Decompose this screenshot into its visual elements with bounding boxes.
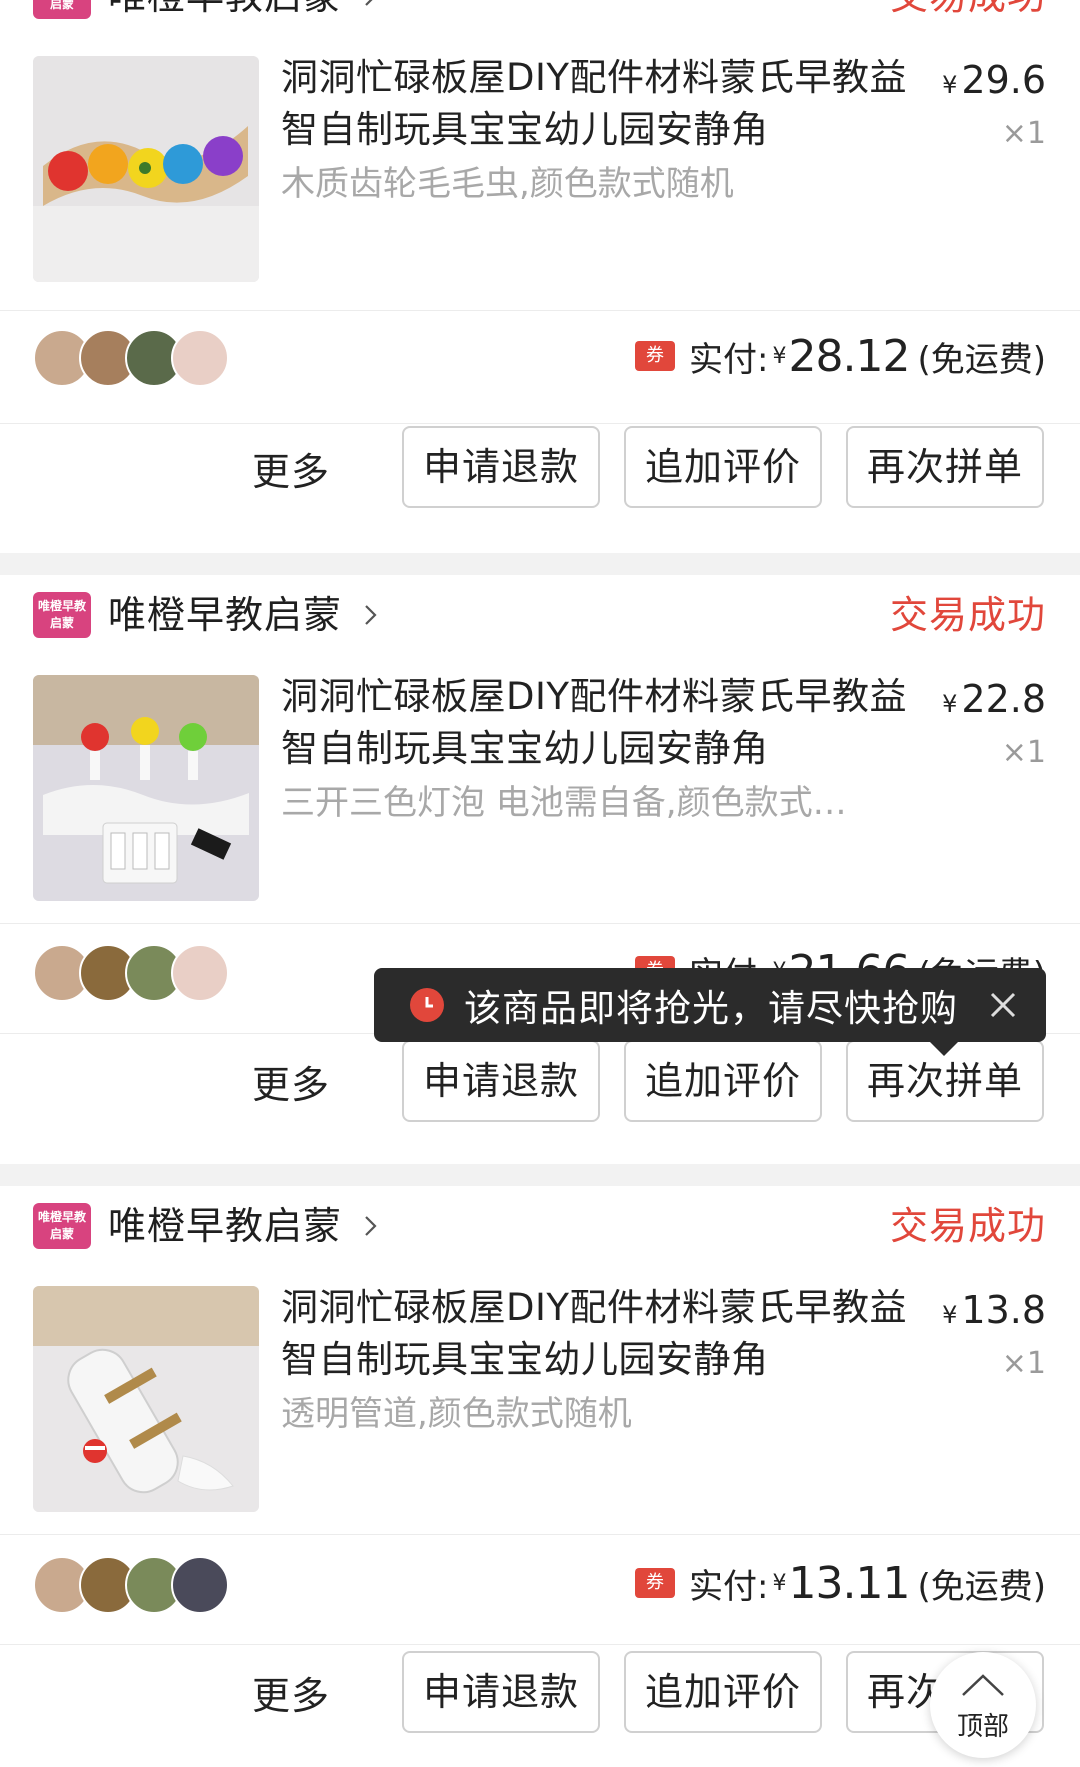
order-card[interactable]: 唯橙早教启蒙 唯橙早教启蒙 交易成功 洞洞忙碌板屋DIY配件材料蒙氏早教益智自制… (0, 1186, 1080, 1767)
stock-warning-toast: 该商品即将抢光，请尽快抢购 (374, 968, 1046, 1042)
currency-symbol: ¥ (772, 343, 787, 369)
add-review-button[interactable]: 追加评价 (624, 426, 822, 508)
shop-name[interactable]: 唯橙早教启蒙 (108, 589, 342, 641)
product-image[interactable] (33, 1286, 259, 1512)
divider (0, 423, 1080, 424)
more-button[interactable]: 更多 (252, 1670, 330, 1722)
shop-logo: 唯橙早教启蒙 (33, 1203, 91, 1249)
shipping-note: (免运费) (917, 1566, 1046, 1607)
divider (0, 1534, 1080, 1535)
order-card[interactable]: 唯橙早教启蒙 唯橙早教启蒙 交易成功 洞洞忙碌板屋DIY配件材料蒙氏早教益智自制… (0, 575, 1080, 1161)
quantity: ×1 (1001, 735, 1046, 770)
product-title[interactable]: 洞洞忙碌板屋DIY配件材料蒙氏早教益智自制玩具宝宝幼儿园安静角 (281, 671, 911, 775)
unit-price-value: 22.8 (961, 677, 1046, 721)
unit-price-value: 13.8 (961, 1288, 1046, 1332)
avatar (171, 1556, 229, 1614)
card-divider (0, 1164, 1080, 1186)
back-to-top-button[interactable]: 顶部 (930, 1652, 1036, 1758)
coupon-icon: 券 (635, 1568, 676, 1598)
avatar (171, 944, 229, 1002)
product-title[interactable]: 洞洞忙碌板屋DIY配件材料蒙氏早教益智自制玩具宝宝幼儿园安静角 (281, 1282, 911, 1386)
shop-logo: 唯橙早教启蒙 (33, 592, 91, 638)
refund-button[interactable]: 申请退款 (402, 1651, 600, 1733)
divider (0, 923, 1080, 924)
quantity: ×1 (1001, 1346, 1046, 1381)
quantity: ×1 (1001, 116, 1046, 151)
divider (0, 310, 1080, 311)
toast-message: 该商品即将抢光，请尽快抢购 (464, 987, 958, 1030)
shop-name[interactable]: 唯橙早教启蒙 (108, 0, 342, 22)
order-card[interactable]: 唯橙早教启蒙 唯橙早教启蒙 交易成功 洞洞忙碌板屋DIY配件材料蒙氏早教益智自制… (0, 0, 1080, 551)
group-avatars[interactable] (33, 944, 263, 1002)
product-image[interactable] (33, 56, 259, 282)
shop-logo: 唯橙早教启蒙 (33, 0, 91, 19)
arrow-up-icon (962, 1674, 1004, 1696)
product-title[interactable]: 洞洞忙碌板屋DIY配件材料蒙氏早教益智自制玩具宝宝幼儿园安静角 (281, 52, 911, 156)
payment-summary: 券 实付: ¥ 28.12 (免运费) (635, 327, 1046, 385)
shop-header[interactable]: 唯橙早教启蒙 唯橙早教启蒙 交易成功 (0, 575, 1080, 655)
paid-amount: 28.12 (788, 330, 911, 382)
order-status: 交易成功 (889, 593, 1046, 637)
currency-symbol: ¥ (772, 1570, 787, 1596)
shop-header[interactable]: 唯橙早教启蒙 唯橙早教启蒙 交易成功 (0, 1186, 1080, 1266)
unit-price: ¥13.8 (942, 1284, 1046, 1341)
paid-label: 实付: (689, 339, 769, 380)
group-avatars[interactable] (33, 1556, 263, 1614)
more-button[interactable]: 更多 (252, 1059, 330, 1111)
currency-symbol: ¥ (942, 690, 958, 718)
currency-symbol: ¥ (942, 71, 958, 99)
avatar (171, 329, 229, 387)
payment-summary: 券 实付: ¥ 13.11 (免运费) (635, 1554, 1046, 1612)
card-divider (0, 553, 1080, 575)
wooden-gear-caterpillar-image (33, 56, 259, 282)
unit-price: ¥29.6 (942, 54, 1046, 111)
three-color-bulbs-switch-image (33, 675, 259, 901)
currency-symbol: ¥ (942, 1301, 958, 1329)
shipping-note: (免运费) (917, 339, 1046, 380)
transparent-pipe-image (33, 1286, 259, 1512)
group-avatars[interactable] (33, 329, 263, 387)
add-review-button[interactable]: 追加评价 (624, 1651, 822, 1733)
toast-pointer (930, 1042, 958, 1056)
add-review-button[interactable]: 追加评价 (624, 1040, 822, 1122)
paid-label: 实付: (689, 1566, 769, 1607)
refund-button[interactable]: 申请退款 (402, 426, 600, 508)
unit-price: ¥22.8 (942, 673, 1046, 730)
product-spec: 三开三色灯泡 电池需自备,颜色款式… (281, 783, 847, 823)
order-status: 交易成功 (890, 0, 1046, 22)
product-image[interactable] (33, 675, 259, 901)
refund-button[interactable]: 申请退款 (402, 1040, 600, 1122)
clock-icon (410, 988, 444, 1022)
chevron-right-icon (365, 605, 377, 625)
product-spec: 木质齿轮毛毛虫,颜色款式随机 (281, 164, 734, 204)
product-spec: 透明管道,颜色款式随机 (281, 1394, 632, 1434)
chevron-right-icon (365, 0, 373, 6)
unit-price-value: 29.6 (961, 58, 1046, 102)
divider (0, 1644, 1080, 1645)
shop-name[interactable]: 唯橙早教启蒙 (108, 1200, 342, 1252)
back-to-top-label: 顶部 (956, 1712, 1009, 1742)
chevron-right-icon (365, 1216, 377, 1236)
close-icon[interactable] (986, 988, 1020, 1022)
more-button[interactable]: 更多 (252, 446, 330, 498)
order-status: 交易成功 (889, 1204, 1046, 1248)
paid-amount: 13.11 (788, 1557, 911, 1609)
coupon-icon: 券 (635, 341, 676, 371)
reorder-button[interactable]: 再次拼单 (846, 426, 1044, 508)
shop-header[interactable]: 唯橙早教启蒙 唯橙早教启蒙 交易成功 (0, 0, 1080, 36)
